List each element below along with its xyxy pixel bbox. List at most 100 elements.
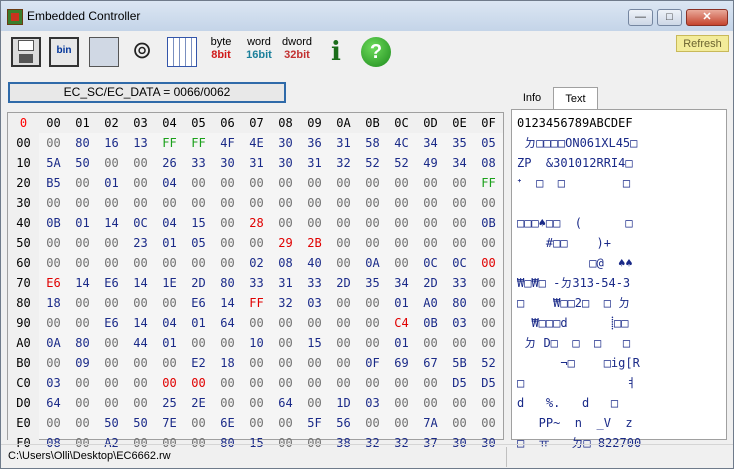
hex-cell[interactable]: 80: [445, 293, 474, 313]
hex-cell[interactable]: 00: [474, 293, 503, 313]
hex-cell[interactable]: 01: [184, 313, 213, 333]
hex-cell[interactable]: 00: [387, 373, 416, 393]
hex-cell[interactable]: 50: [68, 153, 97, 173]
hex-cell[interactable]: A0: [416, 293, 445, 313]
hex-cell[interactable]: 00: [97, 373, 126, 393]
hex-cell[interactable]: 00: [300, 393, 329, 413]
hex-cell[interactable]: 00: [97, 253, 126, 273]
hex-cell[interactable]: 00: [474, 333, 503, 353]
hex-cell[interactable]: 2E: [184, 393, 213, 413]
hex-cell[interactable]: 5B: [445, 353, 474, 373]
hex-cell[interactable]: 00: [126, 293, 155, 313]
hex-cell[interactable]: 00: [155, 353, 184, 373]
hex-cell[interactable]: 00: [358, 193, 387, 213]
hex-cell[interactable]: 00: [242, 353, 271, 373]
hex-cell[interactable]: 33: [242, 273, 271, 293]
hex-cell[interactable]: 00: [126, 153, 155, 173]
hex-cell[interactable]: FF: [155, 133, 184, 153]
hex-cell[interactable]: 00: [474, 413, 503, 433]
hex-cell[interactable]: 6E: [213, 413, 242, 433]
hex-cell[interactable]: 4F: [213, 133, 242, 153]
hex-cell[interactable]: 02: [242, 253, 271, 273]
hex-cell[interactable]: 00: [39, 353, 68, 373]
hex-cell[interactable]: 4C: [387, 133, 416, 153]
binoculars-icon[interactable]: ⊚: [127, 37, 157, 67]
hex-cell[interactable]: 00: [387, 413, 416, 433]
hex-cell[interactable]: 15: [300, 333, 329, 353]
hex-cell[interactable]: 36: [300, 133, 329, 153]
hex-cell[interactable]: 00: [155, 193, 184, 213]
word-mode-button[interactable]: word 16bit: [243, 36, 275, 62]
help-icon[interactable]: ?: [361, 37, 391, 67]
hex-cell[interactable]: 29: [271, 233, 300, 253]
hex-cell[interactable]: 00: [329, 193, 358, 213]
hex-cell[interactable]: 00: [358, 333, 387, 353]
hex-cell[interactable]: 04: [155, 213, 184, 233]
hex-cell[interactable]: 34: [416, 133, 445, 153]
hex-cell[interactable]: 1D: [329, 393, 358, 413]
hex-cell[interactable]: 00: [184, 253, 213, 273]
hex-cell[interactable]: 05: [474, 133, 503, 153]
hex-cell[interactable]: 09: [68, 353, 97, 373]
hex-cell[interactable]: 00: [155, 293, 184, 313]
hex-cell[interactable]: 01: [97, 173, 126, 193]
hex-cell[interactable]: 03: [445, 313, 474, 333]
hex-cell[interactable]: 00: [387, 253, 416, 273]
hex-cell[interactable]: 04: [155, 313, 184, 333]
hex-cell[interactable]: 58: [358, 133, 387, 153]
hex-cell[interactable]: 64: [213, 313, 242, 333]
hex-cell[interactable]: 00: [329, 353, 358, 373]
hex-cell[interactable]: 00: [445, 193, 474, 213]
hex-cell[interactable]: 00: [387, 233, 416, 253]
hex-cell[interactable]: 49: [416, 153, 445, 173]
hex-cell[interactable]: 14: [126, 313, 155, 333]
hex-cell[interactable]: 4E: [242, 133, 271, 153]
hex-cell[interactable]: 15: [184, 213, 213, 233]
tab-info[interactable]: Info: [511, 87, 553, 109]
hex-cell[interactable]: 00: [213, 393, 242, 413]
hex-cell[interactable]: 00: [300, 313, 329, 333]
hex-cell[interactable]: 00: [68, 173, 97, 193]
hex-cell[interactable]: 00: [242, 393, 271, 413]
hex-cell[interactable]: 00: [300, 213, 329, 233]
info-icon[interactable]: i: [321, 37, 351, 67]
hex-cell[interactable]: 2D: [184, 273, 213, 293]
hex-cell[interactable]: 35: [358, 273, 387, 293]
hex-cell[interactable]: 00: [184, 173, 213, 193]
hex-cell[interactable]: 00: [184, 333, 213, 353]
hex-cell[interactable]: 00: [329, 213, 358, 233]
hex-cell[interactable]: 14: [126, 273, 155, 293]
hex-cell[interactable]: 00: [387, 193, 416, 213]
hex-cell[interactable]: 00: [416, 173, 445, 193]
hex-cell[interactable]: 00: [213, 253, 242, 273]
hex-cell[interactable]: 0F: [358, 353, 387, 373]
close-button[interactable]: ✕: [686, 9, 728, 26]
hex-cell[interactable]: 31: [242, 153, 271, 173]
hex-cell[interactable]: 00: [97, 193, 126, 213]
hex-cell[interactable]: E6: [97, 273, 126, 293]
hex-cell[interactable]: 00: [68, 313, 97, 333]
hex-cell[interactable]: 00: [474, 273, 503, 293]
hex-cell[interactable]: 00: [474, 253, 503, 273]
hex-cell[interactable]: 00: [445, 413, 474, 433]
hex-cell[interactable]: 52: [387, 153, 416, 173]
hex-cell[interactable]: 50: [126, 413, 155, 433]
hex-cell[interactable]: 00: [300, 353, 329, 373]
hex-cell[interactable]: 00: [213, 213, 242, 233]
hex-cell[interactable]: 00: [387, 213, 416, 233]
hex-cell[interactable]: 00: [184, 373, 213, 393]
hex-cell[interactable]: 00: [68, 233, 97, 253]
save-bin-button[interactable]: bin: [49, 37, 79, 67]
hex-cell[interactable]: 5F: [300, 413, 329, 433]
hex-cell[interactable]: 00: [387, 393, 416, 413]
hex-cell[interactable]: 01: [387, 293, 416, 313]
hex-cell[interactable]: 01: [155, 333, 184, 353]
hex-cell[interactable]: 69: [387, 353, 416, 373]
hex-cell[interactable]: 00: [358, 233, 387, 253]
hex-cell[interactable]: 00: [474, 233, 503, 253]
hex-cell[interactable]: 44: [126, 333, 155, 353]
hex-cell[interactable]: 0A: [358, 253, 387, 273]
hex-cell[interactable]: 03: [39, 373, 68, 393]
hex-cell[interactable]: 52: [474, 353, 503, 373]
hex-cell[interactable]: 00: [474, 193, 503, 213]
